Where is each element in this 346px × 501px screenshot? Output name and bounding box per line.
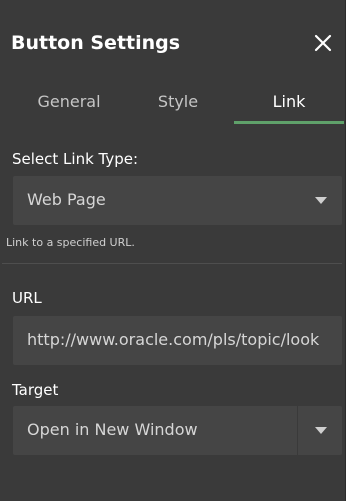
panel-header: Button Settings	[0, 0, 346, 84]
active-tab-indicator	[234, 121, 344, 124]
link-type-hint: Link to a specified URL.	[6, 236, 135, 249]
link-type-value: Web Page	[27, 190, 106, 209]
url-label: URL	[12, 289, 42, 307]
chevron-down-icon	[315, 427, 327, 434]
select-divider	[297, 406, 298, 455]
link-type-select[interactable]: Web Page	[13, 176, 342, 225]
chevron-down-icon	[315, 197, 327, 204]
url-value: http://www.oracle.com/pls/topic/look	[27, 330, 320, 349]
panel-title: Button Settings	[11, 32, 181, 54]
close-button[interactable]	[310, 30, 336, 56]
close-icon	[314, 34, 332, 52]
target-value: Open in New Window	[27, 420, 198, 439]
button-settings-panel: Button Settings General Style Link Selec…	[0, 0, 346, 501]
link-type-label: Select Link Type:	[12, 150, 139, 168]
section-divider	[2, 263, 342, 264]
url-input[interactable]: http://www.oracle.com/pls/topic/look	[13, 316, 342, 365]
target-label: Target	[12, 381, 59, 399]
tab-bar: General Style Link	[0, 84, 346, 126]
target-select[interactable]: Open in New Window	[13, 406, 342, 455]
tab-style[interactable]: Style	[108, 92, 248, 126]
